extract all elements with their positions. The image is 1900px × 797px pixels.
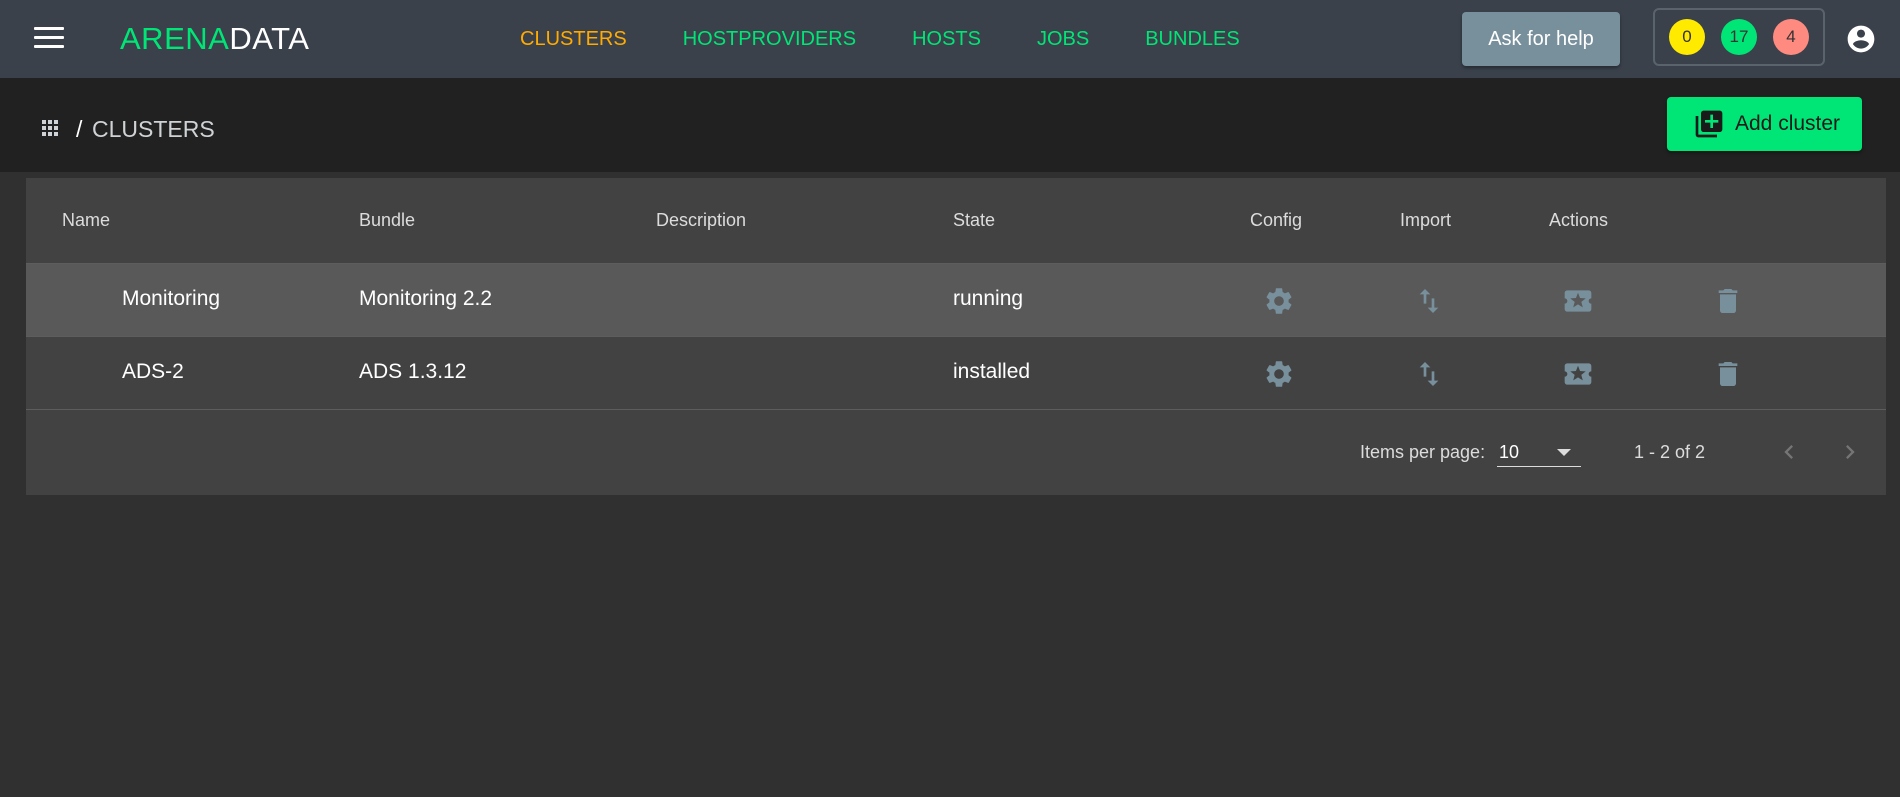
- breadcrumb-bar: [0, 78, 1900, 172]
- failed-jobs-badge[interactable]: 4: [1773, 19, 1809, 55]
- column-header-bundle[interactable]: Bundle: [359, 210, 415, 231]
- import-swap-icon[interactable]: [1413, 358, 1445, 395]
- cluster-bundle: Monitoring 2.2: [359, 287, 493, 310]
- delete-trash-icon[interactable]: [1712, 285, 1744, 322]
- clusters-table: Name Bundle Description State Config Imp…: [26, 178, 1886, 495]
- account-circle-icon[interactable]: [1845, 23, 1877, 55]
- delete-trash-icon[interactable]: [1712, 358, 1744, 395]
- job-status-badges: 0 17 4: [1653, 8, 1825, 66]
- column-header-actions: Actions: [1549, 210, 1609, 230]
- arenadata-logo[interactable]: ARENADATA: [120, 21, 309, 57]
- cluster-name[interactable]: ADS-2: [122, 360, 184, 384]
- nav-jobs[interactable]: JOBS: [1037, 28, 1089, 51]
- items-per-page-label: Items per page:: [1360, 442, 1486, 462]
- actions-ticket-star-icon[interactable]: [1562, 285, 1594, 322]
- add-cluster-label: Add cluster: [1735, 112, 1841, 135]
- ask-for-help-button[interactable]: Ask for help: [1462, 12, 1620, 66]
- column-header-description[interactable]: Description: [656, 210, 746, 231]
- library-add-icon: [1693, 108, 1725, 140]
- cluster-bundle: ADS 1.3.12: [359, 360, 467, 383]
- table-header: Name Bundle Description State Config Imp…: [26, 178, 1886, 263]
- main-nav: CLUSTERS HOSTPROVIDERS HOSTS JOBS BUNDLE…: [520, 0, 1296, 78]
- next-page-chevron-icon[interactable]: [1836, 438, 1864, 471]
- column-header-state[interactable]: State: [953, 210, 995, 231]
- column-header-config: Config: [1250, 210, 1303, 230]
- running-jobs-badge[interactable]: 0: [1669, 19, 1705, 55]
- logo-part-arena: ARENA: [120, 21, 230, 56]
- previous-page-chevron-icon[interactable]: [1775, 438, 1803, 471]
- column-header-name[interactable]: Name: [62, 210, 110, 231]
- table-row[interactable]: Monitoring Monitoring 2.2 running: [26, 263, 1886, 336]
- actions-ticket-star-icon[interactable]: [1562, 358, 1594, 395]
- cluster-state: installed: [953, 360, 1031, 383]
- column-header-import: Import: [1400, 210, 1452, 230]
- breadcrumb-separator: /: [76, 116, 83, 142]
- cluster-state: running: [953, 287, 1024, 310]
- page-size-value: 10: [1499, 442, 1520, 462]
- cluster-name[interactable]: Monitoring: [122, 287, 220, 311]
- dropdown-arrow-icon: [1557, 449, 1571, 456]
- nav-hostproviders[interactable]: HOSTPROVIDERS: [683, 28, 856, 51]
- settings-gear-icon[interactable]: [1263, 285, 1295, 322]
- settings-gear-icon[interactable]: [1263, 358, 1295, 395]
- paginator: Items per page: 10 1 - 2 of 2: [26, 409, 1886, 495]
- success-jobs-badge[interactable]: 17: [1721, 19, 1757, 55]
- page-size-select[interactable]: 10: [1497, 436, 1581, 467]
- add-cluster-button[interactable]: Add cluster: [1667, 97, 1862, 151]
- import-swap-icon[interactable]: [1413, 285, 1445, 322]
- nav-hosts[interactable]: HOSTS: [912, 28, 981, 51]
- hamburger-menu-icon[interactable]: [34, 27, 64, 49]
- page-range-label: 1 - 2 of 2: [1634, 442, 1706, 462]
- nav-bundles[interactable]: BUNDLES: [1145, 28, 1239, 51]
- logo-part-data: DATA: [229, 21, 310, 56]
- table-row[interactable]: ADS-2 ADS 1.3.12 installed: [26, 336, 1886, 409]
- top-bar: ARENADATA CLUSTERS HOSTPROVIDERS HOSTS J…: [0, 0, 1900, 78]
- nav-clusters[interactable]: CLUSTERS: [520, 28, 627, 51]
- apps-grid-icon[interactable]: [38, 116, 62, 145]
- breadcrumb-title: CLUSTERS: [92, 116, 215, 142]
